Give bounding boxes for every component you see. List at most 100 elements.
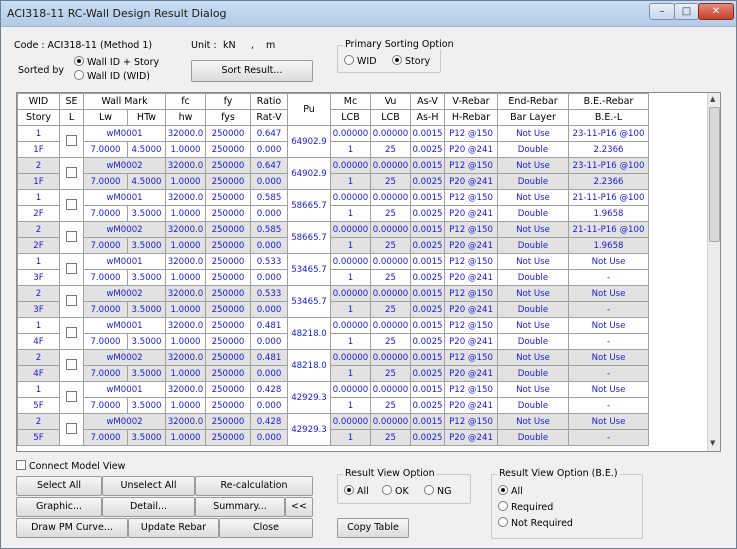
cell-fc: 32000.0 [165,157,206,174]
table-row-sub[interactable]: 5F 7.0000 3.5000 1.0000 250000 0.000 1 25 0.0025… [17,397,649,414]
row-select-checkbox[interactable] [66,326,77,338]
cell-end: Not Use [497,317,569,334]
row-select-checkbox[interactable] [66,198,77,210]
graphic-button[interactable]: Graphic... [16,497,102,517]
cell-lw: 7.0000 [83,301,128,318]
row-select-checkbox[interactable] [66,422,77,434]
summary-button[interactable]: Summary... [195,497,285,517]
cell-story: 1F [17,173,60,190]
maximize-button[interactable]: □ [674,3,699,20]
sort-option-1-label: Wall ID + Story [87,57,160,68]
table-row-sub[interactable]: 3F 7.0000 3.5000 1.0000 250000 0.000 1 25 0.0025… [17,269,649,286]
result-view-all[interactable]: All [344,485,369,497]
table-row-sub[interactable]: 1F 7.0000 4.5000 1.0000 250000 0.000 1 25 0.0025… [17,173,649,190]
table-row[interactable]: 1 wM0001 32000.0 250000 0.481 48218.0 0.00000 0… [17,317,649,350]
cell-mc: 0.00000 [330,189,371,206]
table-row[interactable]: 2 wM0002 32000.0 250000 0.647 64902.9 0.00000 0… [17,157,649,190]
unit-separator: , [251,40,255,51]
cell-lw: 7.0000 [83,205,128,222]
cell-fys: 250000 [205,173,251,190]
cell-story: 2F [17,205,60,222]
row-select-checkbox[interactable] [66,358,77,370]
result-view-ok-label: OK [395,486,409,497]
table-row[interactable]: 2 wM0002 32000.0 250000 0.481 48218.0 0.00000 0… [17,349,649,382]
close-button[interactable]: Close [219,518,313,538]
result-view-ok[interactable]: OK [382,485,409,497]
cell-asv: 0.0015 [410,349,445,366]
draw-pm-curve-button[interactable]: Draw PM Curve... [16,518,128,538]
update-rebar-button[interactable]: Update Rebar [128,518,219,538]
cell-fy: 250000 [205,221,251,238]
row-select-checkbox[interactable] [66,134,77,146]
cell-vrebar: P12 @150 [444,125,498,142]
result-view-be-required[interactable]: Required [498,501,553,513]
result-view-be-all[interactable]: All [498,485,523,497]
cell-hw: 1.0000 [165,173,206,190]
sort-result-button[interactable]: Sort Result... [191,60,313,82]
row-select-checkbox[interactable] [66,230,77,242]
primary-sort-wid[interactable]: WID [344,55,377,67]
table-row[interactable]: 2 wM0002 32000.0 250000 0.585 58665.7 0.00000 0… [17,221,649,254]
cell-hw: 1.0000 [165,237,206,254]
header-htw: HTw [127,109,166,126]
result-view-group: Result View Option All OK NG [337,468,471,504]
cell-layer: Double [497,365,569,382]
row-select-checkbox[interactable] [66,390,77,402]
close-window-button[interactable]: ✕ [698,3,734,20]
row-select-checkbox[interactable] [66,166,77,178]
scroll-up-icon[interactable]: ▲ [710,95,715,103]
table-row-sub[interactable]: 1F 7.0000 4.5000 1.0000 250000 0.000 1 25 0.0025… [17,141,649,158]
cell-end: Not Use [497,221,569,238]
cell-hw: 1.0000 [165,269,206,286]
cell-layer: Double [497,269,569,286]
table-row[interactable]: 1 wM0001 32000.0 250000 0.647 64902.9 0.00000 0… [17,125,649,158]
table-row[interactable]: 1 wM0001 32000.0 250000 0.533 53465.7 0.00000 0… [17,253,649,286]
minimize-button[interactable]: – [649,3,675,20]
select-cell [59,189,84,222]
table-row-sub[interactable]: 4F 7.0000 3.5000 1.0000 250000 0.000 1 25 0.0025… [17,333,649,350]
cell-wall-mark: wM0002 [83,221,166,238]
header-as-h: As-H [410,109,445,126]
result-view-be-not-required[interactable]: Not Required [498,517,573,529]
sort-option-wall-id-story[interactable]: Wall ID + Story [74,56,159,68]
copy-table-button[interactable]: Copy Table [337,518,409,538]
table-row-sub[interactable]: 2F 7.0000 3.5000 1.0000 250000 0.000 1 25 0.0025… [17,237,649,254]
collapse-button[interactable]: << [285,497,313,517]
result-view-ng[interactable]: NG [424,485,451,497]
scroll-down-icon[interactable]: ▼ [710,439,715,447]
primary-sort-wid-label: WID [357,56,377,67]
scrollbar-thumb[interactable] [709,107,720,242]
cell-ash: 0.0025 [410,429,445,446]
connect-model-view-checkbox[interactable]: Connect Model View [16,460,125,472]
table-row[interactable]: 2 wM0002 32000.0 250000 0.533 53465.7 0.00000 0… [17,285,649,318]
detail-button[interactable]: Detail... [102,497,195,517]
cell-htw: 3.5000 [127,333,166,350]
vertical-scrollbar[interactable]: ▲ ▼ [707,93,720,451]
row-select-checkbox[interactable] [66,262,77,274]
cell-fc: 32000.0 [165,221,206,238]
primary-sort-story[interactable]: Story [392,55,430,67]
cell-wid: 2 [17,349,60,366]
cell-wid: 2 [17,221,60,238]
sort-option-wall-id[interactable]: Wall ID (WID) [74,70,150,82]
row-select-checkbox[interactable] [66,294,77,306]
table-row-sub[interactable]: 5F 7.0000 3.5000 1.0000 250000 0.000 1 25 0.0025… [17,429,649,446]
cell-lcb1: 1 [330,205,371,222]
table-row[interactable]: 2 wM0002 32000.0 250000 0.428 42929.3 0.00000 0… [17,413,649,446]
header-be-rebar: B.E.-Rebar [568,93,649,110]
cell-hw: 1.0000 [165,333,206,350]
header-lcb-mc: LCB [330,109,371,126]
table-row[interactable]: 1 wM0001 32000.0 250000 0.585 58665.7 0.00000 0… [17,189,649,222]
table-row-sub[interactable]: 2F 7.0000 3.5000 1.0000 250000 0.000 1 25 0.0025… [17,205,649,222]
cell-fys: 250000 [205,205,251,222]
table-row[interactable]: 1 wM0001 32000.0 250000 0.428 42929.3 0.00000 0… [17,381,649,414]
select-all-button[interactable]: Select All [16,476,102,496]
result-table[interactable]: WID SE Wall Mark fc fy Ratio Pu Mc Vu As… [16,92,721,452]
cell-wall-mark: wM0002 [83,349,166,366]
recalculation-button[interactable]: Re-calculation [195,476,313,496]
table-row-sub[interactable]: 3F 7.0000 3.5000 1.0000 250000 0.000 1 25 0.0025… [17,301,649,318]
cell-ash: 0.0025 [410,365,445,382]
table-row-sub[interactable]: 4F 7.0000 3.5000 1.0000 250000 0.000 1 25 0.0025… [17,365,649,382]
unselect-all-button[interactable]: Unselect All [102,476,195,496]
cell-ratio: 0.647 [250,125,288,142]
